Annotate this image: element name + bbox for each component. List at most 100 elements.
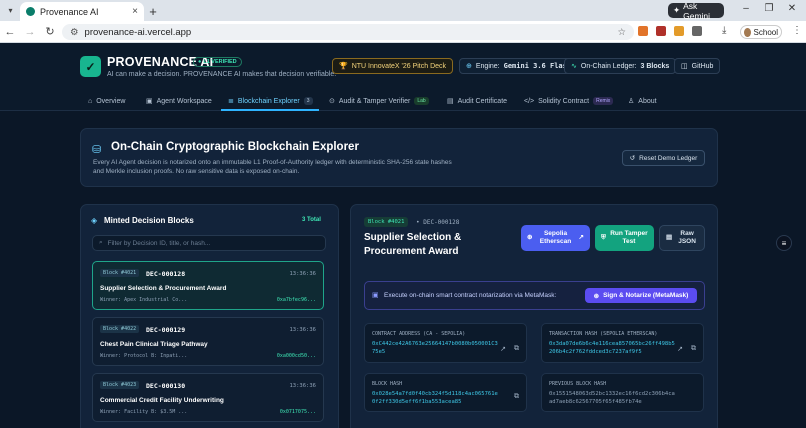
tab-solidity-contract[interactable]: </> Solidity Contract Remix: [524, 92, 614, 110]
tab-blockchain-explorer[interactable]: ≣ Blockchain Explorer 3: [228, 92, 313, 110]
reset-ledger-button[interactable]: ↺ Reset Demo Ledger: [622, 150, 705, 166]
tab-favicon-icon: [26, 7, 35, 16]
new-tab-button[interactable]: +: [144, 2, 162, 21]
lab-badge: Lab: [414, 97, 429, 105]
copy-icon[interactable]: ⧉: [514, 345, 519, 353]
tab-overview[interactable]: ⌂ Overview: [88, 92, 125, 110]
ask-gemini-button[interactable]: ✦ Ask Gemini: [668, 0, 724, 21]
avatar: [744, 27, 751, 37]
block-time: 13:36:36: [289, 327, 317, 333]
extension-fox-icon[interactable]: [638, 26, 648, 36]
decision-id: DEC-000130: [146, 382, 186, 390]
copy-icon[interactable]: ⧉: [691, 345, 696, 353]
sepolia-etherscan-button[interactable]: ⊕ Sepolia Etherscan ↗: [521, 225, 590, 251]
profile-button[interactable]: School: [740, 25, 782, 39]
copy-icon[interactable]: ⧉: [514, 393, 519, 401]
page-description: Every AI Agent decision is notarized ont…: [93, 159, 452, 175]
bookmark-star-icon[interactable]: ☆: [617, 27, 626, 38]
block-title: Commercial Credit Facility Underwriting: [100, 397, 224, 404]
shield-check-icon: ⛨: [601, 234, 606, 241]
block-list-item[interactable]: Block #4021 DEC-000128 13:36:36 Supplier…: [92, 261, 324, 310]
block-number-badge: Block #4021: [100, 269, 140, 277]
tab-search-icon[interactable]: ▾: [4, 4, 17, 17]
extensions-puzzle-icon[interactable]: [692, 26, 702, 36]
minimize-icon[interactable]: –: [737, 3, 755, 14]
extension-mail-icon[interactable]: [656, 26, 666, 36]
block-hash-short: 0x0717075...: [279, 409, 316, 415]
detail-title: Supplier Selection & Procurement Award: [364, 232, 462, 257]
block-time: 13:36:36: [289, 271, 317, 277]
maximize-icon[interactable]: ❐: [760, 3, 778, 14]
profile-label: School: [753, 27, 778, 37]
external-link-icon[interactable]: ↗: [677, 345, 683, 353]
wallet-icon: ▣: [372, 292, 379, 299]
transaction-hash-card: TRANSACTION HASH (SEPOLIA ETHERSCAN) 0x3…: [541, 323, 704, 363]
close-window-icon[interactable]: ✕: [783, 3, 801, 14]
block-search-input[interactable]: ⌕ Filter by Decision ID, title, or hash..…: [92, 235, 326, 251]
browser-tab[interactable]: Provenance AI ×: [20, 2, 144, 21]
verified-badge: ● L1 VERIFIED: [193, 57, 242, 67]
tab-close-icon[interactable]: ×: [132, 6, 138, 17]
reload-icon[interactable]: ↻: [40, 25, 60, 38]
tab-audit-certificate[interactable]: ▤ Audit Certificate: [447, 92, 507, 110]
block-hash-card: BLOCK HASH 0x028e54a7fd0f40cb324f5d118c4…: [364, 373, 527, 412]
gemini-sparkle-icon: ✦: [673, 5, 681, 15]
block-winner: Winner: Apex Industrial Co...: [100, 297, 188, 303]
forward-icon[interactable]: →: [20, 26, 40, 38]
block-hash-label: BLOCK HASH: [372, 381, 403, 387]
block-list-item[interactable]: Block #4023 DEC-000130 13:36:36 Commerci…: [92, 373, 324, 422]
active-tab-indicator: [221, 109, 319, 111]
code-icon: </>: [524, 97, 535, 105]
back-icon[interactable]: ←: [0, 26, 20, 38]
raw-json-button[interactable]: ▤ Raw JSON: [659, 225, 705, 251]
run-tamper-test-button[interactable]: ⛨ Run Tamper Test: [595, 225, 654, 251]
chip-icon: ▣: [146, 98, 153, 105]
check-circle-icon: ⊙: [329, 98, 335, 105]
block-list-item[interactable]: Block #4022 DEC-000129 13:36:36 Chest Pa…: [92, 317, 324, 366]
github-icon: ◫: [681, 63, 688, 70]
browser-menu-icon[interactable]: ⋮: [792, 25, 802, 36]
block-winner: Winner: Facility B: $3.5M ...: [100, 409, 188, 415]
block-hash-short: 0xa7bfec96...: [276, 297, 316, 303]
shield-logo-icon: ✓: [80, 56, 101, 77]
shield-icon: ⊛: [593, 292, 600, 300]
settings-sliders-icon[interactable]: ≡: [776, 235, 792, 251]
app-tagline: AI can make a decision. PROVENANCE AI ma…: [107, 71, 337, 78]
external-link-icon[interactable]: ↗: [500, 345, 506, 353]
sign-notarize-button[interactable]: ⊛ Sign & Notarize (MetaMask): [585, 288, 697, 303]
notarize-text: Execute on-chain smart contract notariza…: [384, 292, 557, 299]
tab-audit-tamper[interactable]: ⊙ Audit & Tamper Verifier Lab: [329, 92, 429, 110]
block-number-badge: Block #4022: [100, 325, 140, 333]
detail-decision-id: • DEC-000128: [416, 219, 460, 226]
ask-gemini-label: Ask Gemini: [683, 0, 711, 21]
page-title: On-Chain Cryptographic Blockchain Explor…: [111, 141, 359, 153]
url-field[interactable]: ⚙ provenance-ai.vercel.app ☆: [62, 24, 634, 40]
tab-agent-workspace[interactable]: ▣ Agent Workspace: [146, 92, 212, 110]
block-hash-short: 0xa000cd50...: [276, 353, 316, 359]
trophy-icon: 🏆: [339, 63, 348, 70]
decision-id: DEC-000128: [146, 270, 186, 278]
extension-orange-icon[interactable]: [674, 26, 684, 36]
github-button[interactable]: ◫ GitHub: [674, 58, 721, 74]
globe-icon: ⊕: [466, 63, 472, 70]
contract-address-value[interactable]: 0xC442ce42A6763e25664147b0080b050001C375…: [372, 340, 500, 356]
transaction-hash-value[interactable]: 0x3da07de6b6c4e116cea857065bc26ff498b520…: [549, 340, 677, 356]
globe-icon: ⊕: [527, 234, 533, 241]
user-icon: ♙: [628, 98, 635, 105]
contract-address-card: CONTRACT ADDRESS (CA - SEPOLIA) 0xC442ce…: [364, 323, 527, 363]
activity-icon: ∿: [571, 63, 577, 70]
block-hash-value[interactable]: 0x028e54a7fd0f40cb324f5d118c4ac065761e0f…: [372, 390, 500, 406]
remix-badge: Remix: [593, 97, 614, 105]
database-icon: ⛁: [92, 144, 102, 156]
tab-about[interactable]: ♙ About: [628, 92, 657, 110]
site-info-icon[interactable]: ⚙: [70, 27, 79, 38]
search-icon: ⌕: [99, 239, 103, 246]
pitch-deck-button[interactable]: 🏆 NTU InnovateX '26 Pitch Deck: [332, 58, 454, 74]
download-icon[interactable]: ⤓: [722, 25, 732, 36]
refresh-icon: ↺: [629, 155, 636, 162]
search-placeholder: Filter by Decision ID, title, or hash...: [107, 239, 211, 247]
contract-address-label: CONTRACT ADDRESS (CA - SEPOLIA): [372, 331, 466, 337]
previous-hash-value[interactable]: 0x1551548063d52bc1332ec16f6cd2c306b4caad…: [549, 390, 677, 406]
block-title: Chest Pain Clinical Triage Pathway: [100, 341, 208, 348]
database-icon: ≣: [228, 98, 234, 105]
